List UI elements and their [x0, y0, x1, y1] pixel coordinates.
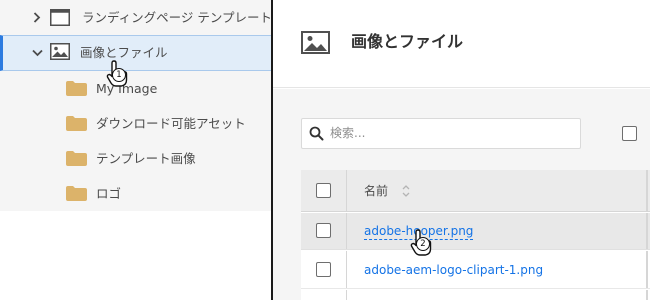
- select-all-checkbox[interactable]: [622, 126, 637, 141]
- row-checkbox[interactable]: [316, 223, 331, 238]
- chevron-right-icon[interactable]: [30, 0, 44, 35]
- file-link[interactable]: adobe-aem-logo-clipart-1.png: [364, 251, 543, 289]
- row-checkbox[interactable]: [316, 262, 331, 277]
- search-icon: [309, 126, 324, 145]
- row-checkbox-cell: [301, 213, 347, 249]
- folder-icon: [66, 81, 87, 96]
- header-checkbox[interactable]: [316, 183, 331, 198]
- asset-panel: 画像とファイル 検索... 名前 adobe-hooper.png adobe-…: [273, 0, 650, 300]
- table-header: 名前: [301, 170, 650, 212]
- page-template-icon: [50, 9, 70, 30]
- folder-icon: [66, 116, 87, 131]
- sort-icon[interactable]: [401, 183, 411, 202]
- tree-item-landing-page-template[interactable]: ランディングページ テンプレート: [0, 0, 272, 35]
- tree-item-label: ランディングページ テンプレート: [82, 10, 272, 25]
- page-title: 画像とファイル: [351, 32, 464, 51]
- tree-item-label: ダウンロード可能アセット: [96, 116, 246, 131]
- column-header-name[interactable]: 名前: [364, 170, 388, 212]
- folder-tree: ランディングページ テンプレート 画像とファイル My Image ダウンロード…: [0, 0, 272, 211]
- tree-item-downloadable-assets[interactable]: ダウンロード可能アセット: [0, 106, 272, 141]
- folder-icon: [66, 186, 87, 201]
- asset-panel-header: 画像とファイル: [273, 0, 650, 88]
- table-row[interactable]: adobe-aem-logo-clipart-1.png: [301, 251, 650, 289]
- tree-item-label: ロゴ: [96, 186, 122, 201]
- tree-item-logo[interactable]: ロゴ: [0, 176, 272, 211]
- column-divider: [646, 290, 648, 300]
- header-checkbox-cell: [301, 170, 347, 211]
- column-divider: [646, 170, 648, 211]
- asset-table: 名前 adobe-hooper.png adobe-aem-logo-clipa…: [301, 170, 650, 300]
- tree-item-label: テンプレート画像: [96, 151, 196, 166]
- tree-item-template-images[interactable]: テンプレート画像: [0, 141, 272, 176]
- file-link[interactable]: adobe-hooper.png: [364, 213, 474, 250]
- image-icon: [50, 43, 70, 64]
- search-input[interactable]: 検索...: [301, 118, 581, 149]
- image-icon: [301, 31, 330, 58]
- folder-tree-panel: ランディングページ テンプレート 画像とファイル My Image ダウンロード…: [0, 0, 272, 300]
- tree-item-images-and-files[interactable]: 画像とファイル: [0, 35, 272, 71]
- row-checkbox-cell: [301, 251, 347, 288]
- tree-item-label: My Image: [96, 81, 158, 96]
- table-row[interactable]: adobe-hooper.png: [301, 213, 650, 250]
- row-checkbox-cell: [301, 290, 347, 300]
- file-name: adobe-hooper.png: [364, 224, 474, 240]
- tree-item-label: 画像とファイル: [80, 45, 168, 60]
- column-divider: [646, 213, 648, 249]
- chevron-down-icon[interactable]: [30, 36, 44, 70]
- asset-panel-body: 検索... 名前 adobe-hooper.png adobe-aem-logo…: [273, 89, 650, 300]
- folder-icon: [66, 151, 87, 166]
- search-placeholder: 検索...: [330, 126, 366, 140]
- tree-item-my-image[interactable]: My Image: [0, 71, 272, 106]
- table-row[interactable]: [301, 290, 650, 300]
- column-divider: [646, 251, 648, 288]
